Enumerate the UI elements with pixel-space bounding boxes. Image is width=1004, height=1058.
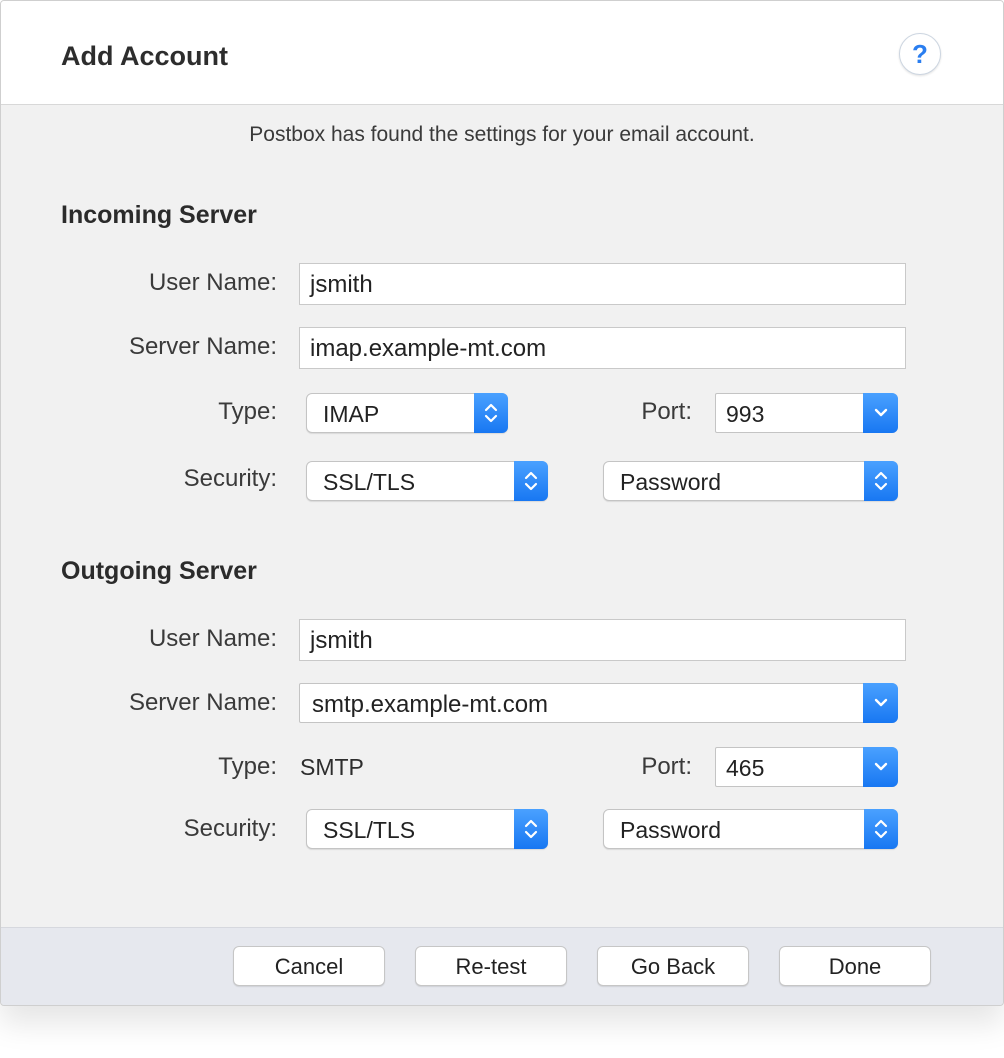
incoming-user-name-field[interactable]: jsmith [299,263,906,305]
outgoing-port-combobox[interactable]: 465 [715,747,898,787]
incoming-section-title: Incoming Server [61,201,257,229]
question-mark-icon: ? [912,38,928,69]
outgoing-port-value: 465 [726,755,765,781]
add-account-dialog: Add Account ? Postbox has found the sett… [0,0,1004,1006]
help-button[interactable]: ? [899,33,941,75]
outgoing-port-label: Port: [641,753,692,780]
incoming-port-label: Port: [641,398,692,425]
up-down-chevron-icon [474,393,508,433]
up-down-chevron-icon [514,461,548,501]
outgoing-user-name-field[interactable]: jsmith [299,619,906,661]
outgoing-auth-value: Password [620,817,721,843]
outgoing-security-popup[interactable]: SSL/TLS [306,809,548,849]
outgoing-type-label: Type: [218,753,277,780]
incoming-security-popup[interactable]: SSL/TLS [306,461,548,501]
outgoing-server-name-label: Server Name: [128,689,277,716]
incoming-port-value: 993 [726,401,765,427]
outgoing-security-label: Security: [183,815,277,842]
cancel-button[interactable]: Cancel [233,946,385,986]
incoming-server-name-field[interactable]: imap.example-mt.com [299,327,906,369]
incoming-auth-value: Password [620,469,721,495]
go-back-button[interactable]: Go Back [597,946,749,986]
chevron-down-icon[interactable] [863,683,898,723]
chevron-down-icon[interactable] [863,393,898,433]
retest-button[interactable]: Re-test [415,946,567,986]
outgoing-type-value: SMTP [300,754,364,780]
up-down-chevron-icon [514,809,548,849]
dialog-title: Add Account [61,41,228,71]
incoming-user-name-label: User Name: [148,269,277,296]
chevron-down-icon[interactable] [863,747,898,787]
incoming-security-value: SSL/TLS [323,469,416,495]
dialog-header: Add Account ? [1,1,1003,105]
outgoing-user-name-label: User Name: [148,625,277,652]
outgoing-server-name-combobox[interactable]: smtp.example-mt.com [299,683,898,723]
status-message: Postbox has found the settings for your … [249,123,755,146]
incoming-port-combobox[interactable]: 993 [715,393,898,433]
incoming-type-popup[interactable]: IMAP [306,393,508,433]
incoming-auth-popup[interactable]: Password [603,461,898,501]
incoming-security-label: Security: [183,465,277,492]
incoming-type-label: Type: [218,398,277,425]
incoming-type-value: IMAP [323,401,380,427]
up-down-chevron-icon [864,461,898,501]
outgoing-server-name-value: smtp.example-mt.com [312,691,549,718]
up-down-chevron-icon [864,809,898,849]
outgoing-security-value: SSL/TLS [323,817,416,843]
outgoing-auth-popup[interactable]: Password [603,809,898,849]
outgoing-section-title: Outgoing Server [61,557,257,585]
incoming-server-name-label: Server Name: [128,333,277,360]
done-button[interactable]: Done [779,946,931,986]
